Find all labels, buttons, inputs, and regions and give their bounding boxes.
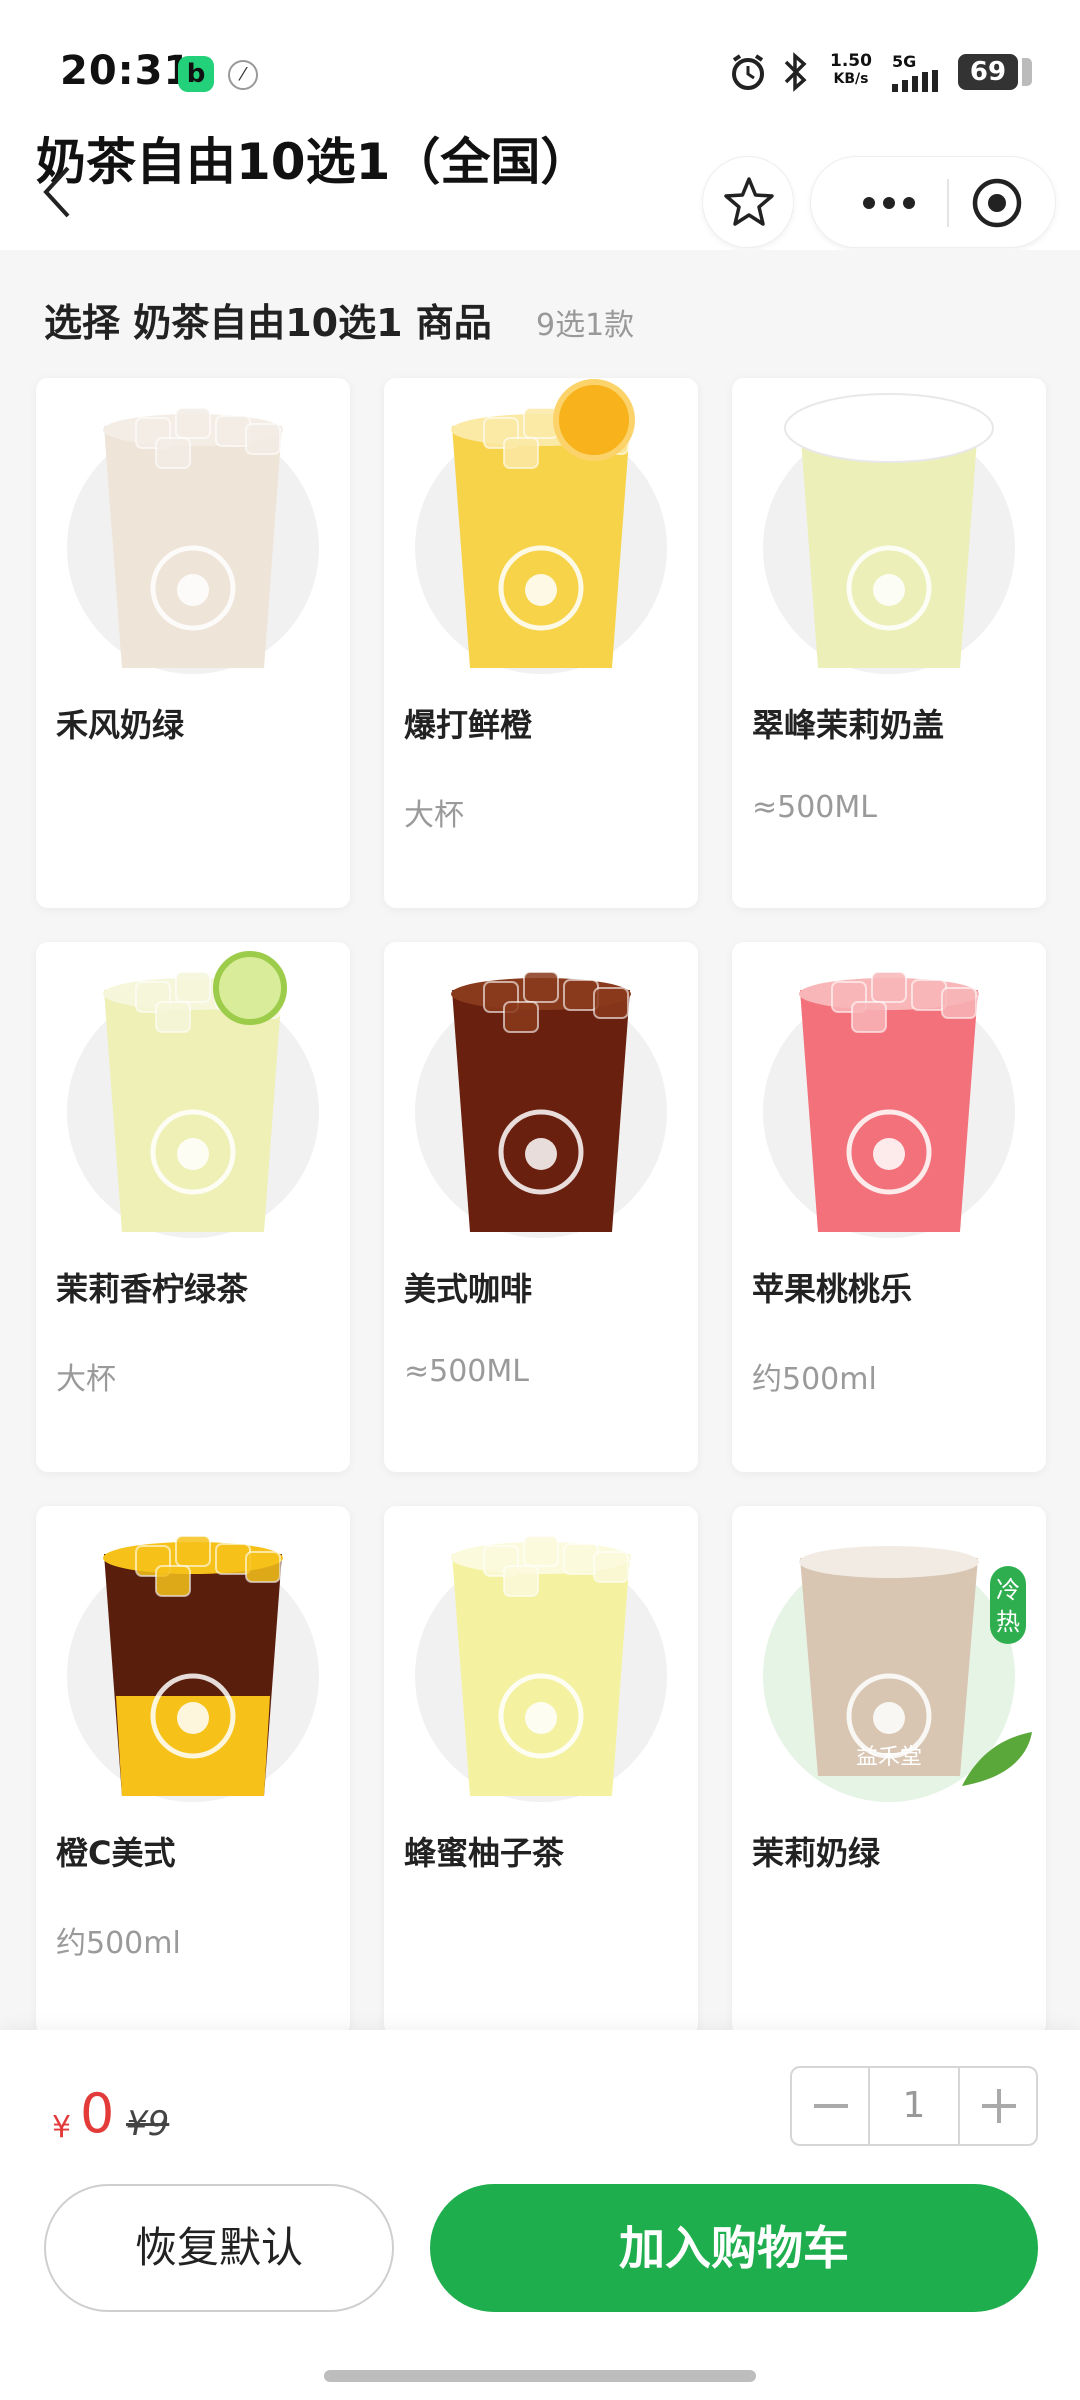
- product-spec: ≈500ML: [404, 1354, 529, 1389]
- drink-image: [415, 971, 667, 1238]
- ice-cube: [175, 1535, 211, 1567]
- product-card[interactable]: 橙C美式 约500ml: [36, 1506, 350, 2036]
- ice-cube: [155, 1565, 191, 1597]
- product-name: 美式咖啡: [404, 1270, 533, 1308]
- home-indicator[interactable]: [324, 2370, 756, 2382]
- product-name: 禾风奶绿: [56, 706, 185, 744]
- product-spec: 约500ml: [752, 1362, 877, 1397]
- orange-slice: [553, 379, 635, 461]
- temperature-badge-char: 冷: [996, 1576, 1020, 1604]
- drink-image: [67, 951, 319, 1238]
- product-card[interactable]: 益禾堂 冷热 茉莉奶绿: [732, 1506, 1046, 2036]
- drink-image: 益禾堂 冷热: [763, 1546, 1032, 1802]
- original-price: ¥9: [126, 2104, 170, 2144]
- product-card[interactable]: 美式咖啡 ≈500ML: [384, 942, 698, 1472]
- product-name: 苹果桃桃乐: [752, 1270, 913, 1308]
- cup-logo-face: [177, 1702, 209, 1734]
- cup-body: [800, 1558, 978, 1776]
- reset-default-button[interactable]: 恢复默认: [44, 2184, 394, 2312]
- product-card[interactable]: 翠峰茉莉奶盖 ≈500ML: [732, 378, 1046, 908]
- drink-image: [67, 1535, 319, 1802]
- ice-cube: [523, 971, 559, 1003]
- ice-cube: [245, 423, 281, 455]
- cup-brand-text: 益禾堂: [856, 1745, 922, 1770]
- bottom-action-bar: ¥ 0 ¥9 1 恢复默认 加入购物车: [0, 2030, 1080, 2400]
- product-card[interactable]: 苹果桃桃乐 约500ml: [732, 942, 1046, 1472]
- decrease-button[interactable]: [792, 2068, 870, 2144]
- cup-logo-face: [873, 1138, 905, 1170]
- product-name: 蜂蜜柚子茶: [404, 1834, 565, 1872]
- ice-cube: [245, 1551, 281, 1583]
- ice-cube: [175, 971, 211, 1003]
- drink-image: [763, 393, 1015, 674]
- product-card[interactable]: 蜂蜜柚子茶: [384, 1506, 698, 2036]
- product-card[interactable]: 茉莉香柠绿茶 大杯: [36, 942, 350, 1472]
- ice-cube: [503, 1565, 539, 1597]
- product-name: 翠峰茉莉奶盖: [752, 706, 945, 744]
- ice-cube: [911, 979, 947, 1011]
- minus-icon: [814, 2104, 848, 2108]
- drink-image: [415, 1535, 667, 1802]
- cup-logo-face: [177, 574, 209, 606]
- add-to-cart-button[interactable]: 加入购物车: [430, 2184, 1038, 2312]
- drink-image: [763, 971, 1015, 1238]
- product-name: 爆打鲜橙: [404, 706, 533, 744]
- ice-cube: [523, 407, 559, 439]
- ice-cube: [871, 971, 907, 1003]
- ice-cube: [155, 437, 191, 469]
- ice-cube: [523, 1535, 559, 1567]
- ice-cube: [941, 987, 977, 1019]
- ice-cube: [155, 1001, 191, 1033]
- ice-cube: [215, 1543, 251, 1575]
- product-card[interactable]: 爆打鲜橙 大杯: [384, 378, 698, 908]
- drink-image: [415, 379, 667, 674]
- plus-icon: [982, 2089, 1016, 2123]
- cup-logo-face: [177, 1138, 209, 1170]
- ice-cube: [175, 407, 211, 439]
- cup-logo-face: [873, 1702, 905, 1734]
- ice-cube: [851, 1001, 887, 1033]
- lemon-slice: [213, 951, 287, 1025]
- cup-lid: [784, 393, 994, 463]
- cup-logo-face: [873, 574, 905, 606]
- product-spec: 约500ml: [56, 1926, 181, 1961]
- ice-cube: [593, 987, 629, 1019]
- cup-logo-face: [525, 574, 557, 606]
- ice-cube: [593, 1551, 629, 1583]
- product-name: 茉莉香柠绿茶: [56, 1270, 249, 1308]
- quantity-stepper: 1: [790, 2066, 1038, 2146]
- product-spec: 大杯: [404, 798, 464, 833]
- product-spec: ≈500ML: [752, 790, 877, 825]
- product-name: 茉莉奶绿: [752, 1834, 881, 1872]
- ice-cube: [563, 979, 599, 1011]
- product-spec: 大杯: [56, 1362, 116, 1397]
- price-currency: ¥: [52, 2110, 72, 2145]
- ice-cube: [503, 1001, 539, 1033]
- cup-logo-face: [525, 1138, 557, 1170]
- drink-image: [67, 407, 319, 674]
- temperature-badge-char: 热: [996, 1608, 1020, 1636]
- increase-button[interactable]: [958, 2068, 1036, 2144]
- cup-logo-face: [525, 1702, 557, 1734]
- quantity-value[interactable]: 1: [870, 2068, 958, 2144]
- ice-cube: [503, 437, 539, 469]
- ice-cube: [215, 415, 251, 447]
- product-card[interactable]: 禾风奶绿: [36, 378, 350, 908]
- current-price: 0: [80, 2082, 115, 2145]
- ice-cube: [563, 1543, 599, 1575]
- cup-top: [799, 1546, 979, 1578]
- product-name: 橙C美式: [56, 1834, 176, 1872]
